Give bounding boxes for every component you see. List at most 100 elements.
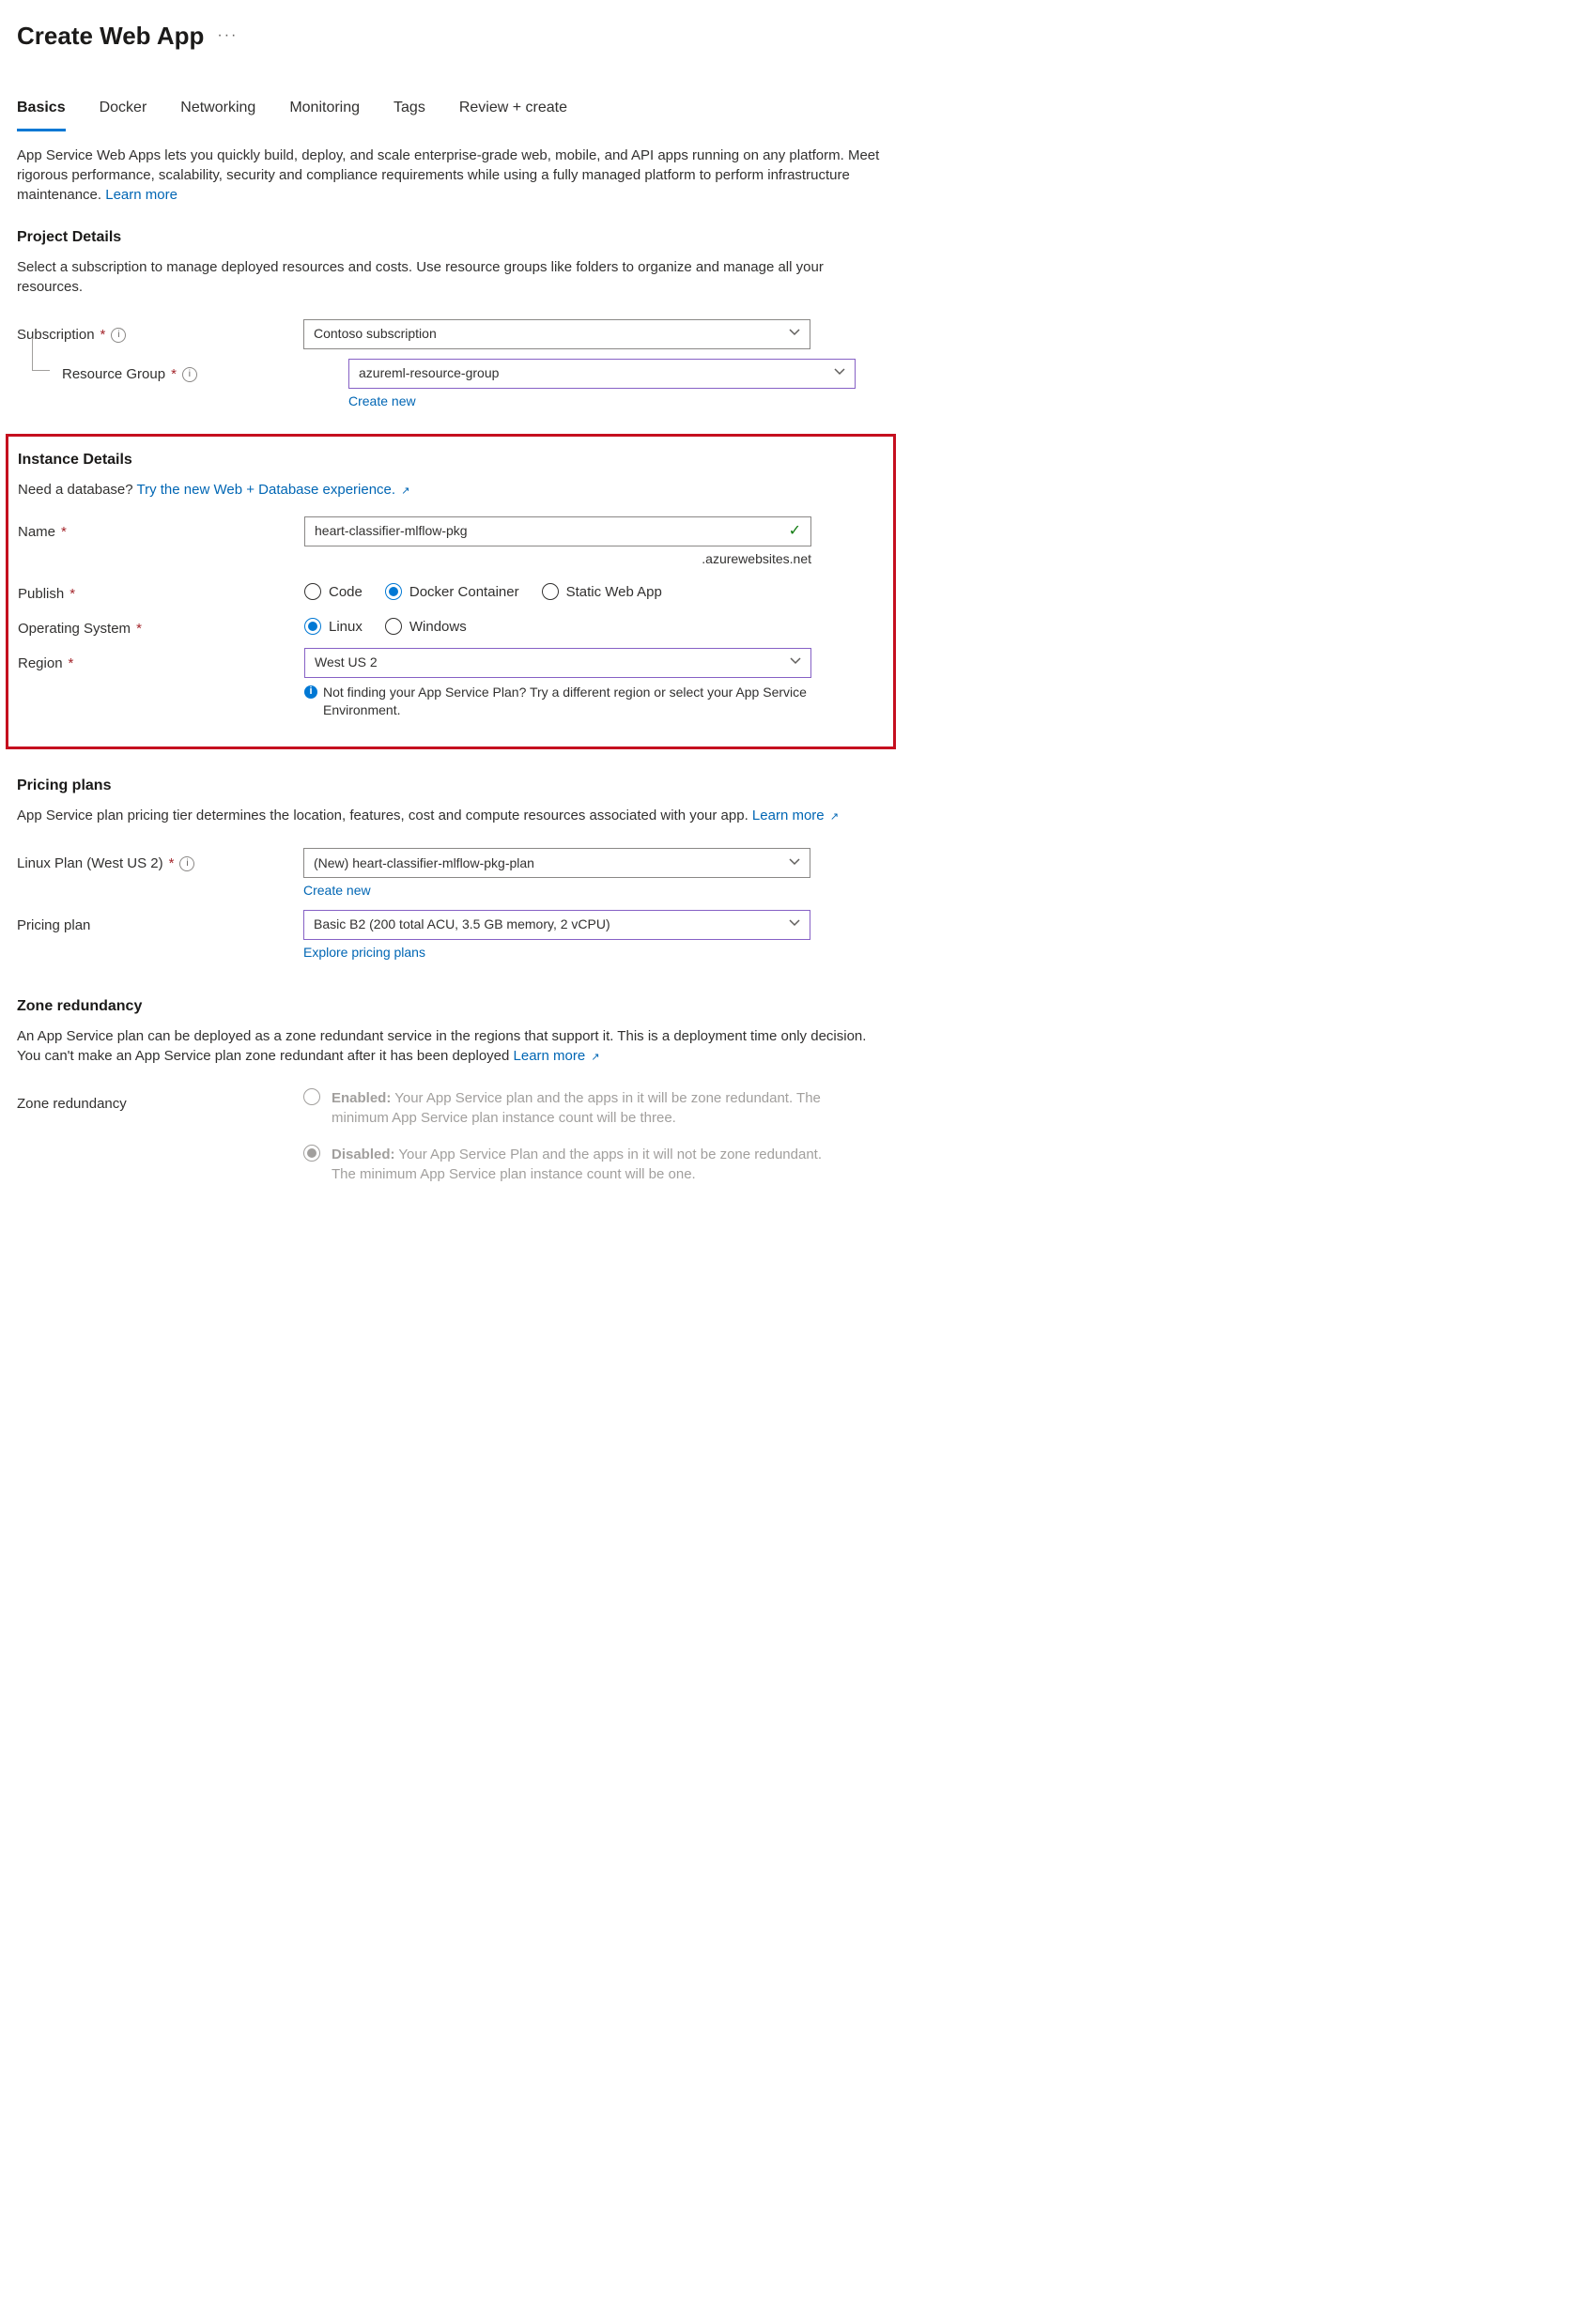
tab-basics[interactable]: Basics: [17, 98, 66, 131]
publish-option-docker-label: Docker Container: [409, 582, 519, 602]
create-new-resource-group-link[interactable]: Create new: [348, 393, 416, 408]
zone-learn-more-link[interactable]: Learn more ↗: [514, 1048, 600, 1064]
name-row: Name * heart-classifier-mlflow-pkg ✓ .az…: [18, 516, 884, 569]
pricing-learn-more-link[interactable]: Learn more ↗: [752, 808, 839, 823]
tab-review-create[interactable]: Review + create: [459, 98, 567, 131]
zone-enabled-radio: [303, 1088, 320, 1105]
pricing-heading: Pricing plans: [17, 776, 885, 796]
resource-group-row: Resource Group * i azureml-resource-grou…: [17, 359, 885, 411]
radio-icon: [303, 1145, 320, 1162]
pricing-plan-label: Pricing plan: [17, 910, 303, 935]
required-marker: *: [169, 854, 175, 873]
radio-icon: [385, 583, 402, 600]
create-new-plan-link[interactable]: Create new: [303, 883, 371, 898]
region-label: Region *: [18, 648, 304, 673]
name-suffix: .azurewebsites.net: [304, 550, 811, 569]
zone-enabled-title: Enabled:: [332, 1090, 391, 1106]
name-label: Name *: [18, 516, 304, 542]
region-select[interactable]: West US 2: [304, 648, 811, 678]
name-label-text: Name: [18, 522, 55, 542]
required-marker: *: [136, 619, 142, 639]
zone-learn-more-text: Learn more: [514, 1048, 586, 1064]
publish-option-static-label: Static Web App: [566, 582, 662, 602]
tab-monitoring[interactable]: Monitoring: [289, 98, 360, 131]
explore-pricing-link[interactable]: Explore pricing plans: [303, 945, 425, 960]
os-label-text: Operating System: [18, 619, 131, 639]
intro-text: App Service Web Apps lets you quickly bu…: [17, 146, 881, 205]
subscription-select[interactable]: Contoso subscription: [303, 319, 810, 349]
region-label-text: Region: [18, 654, 63, 673]
more-actions-icon[interactable]: ···: [217, 25, 238, 46]
tree-connector-icon: [32, 338, 50, 371]
valid-check-icon: ✓: [789, 521, 801, 542]
external-link-icon: ↗: [591, 1052, 599, 1063]
pricing-desc-text: App Service plan pricing tier determines…: [17, 808, 752, 823]
external-link-icon: ↗: [401, 485, 409, 497]
zone-option-disabled: Disabled: Your App Service Plan and the …: [303, 1145, 829, 1184]
radio-icon: [542, 583, 559, 600]
chevron-down-icon: [789, 325, 800, 344]
instance-db-prompt: Need a database? Try the new Web + Datab…: [18, 480, 882, 500]
region-row: Region * West US 2 i Not finding your Ap…: [18, 648, 884, 720]
pricing-plan-select[interactable]: Basic B2 (200 total ACU, 3.5 GB memory, …: [303, 910, 810, 940]
page-header: Create Web App ···: [17, 19, 885, 53]
tab-bar: Basics Docker Networking Monitoring Tags…: [17, 98, 885, 131]
os-row: Operating System * Linux Windows: [18, 613, 884, 639]
resource-group-label-text: Resource Group: [62, 364, 165, 384]
required-marker: *: [61, 522, 67, 542]
project-details-heading: Project Details: [17, 227, 885, 248]
chevron-down-icon: [789, 854, 800, 873]
linux-plan-row: Linux Plan (West US 2) * i (New) heart-c…: [17, 848, 885, 900]
resource-group-label: Resource Group * i: [17, 359, 348, 384]
zone-disabled-title: Disabled:: [332, 1147, 395, 1162]
tab-docker[interactable]: Docker: [100, 98, 147, 131]
publish-radio-group: Code Docker Container Static Web App: [304, 578, 884, 602]
publish-label: Publish *: [18, 578, 304, 604]
resource-group-select[interactable]: azureml-resource-group: [348, 359, 856, 389]
pricing-desc: App Service plan pricing tier determines…: [17, 806, 881, 825]
chevron-down-icon: [789, 916, 800, 934]
intro-learn-more-link[interactable]: Learn more: [105, 187, 177, 203]
radio-icon: [304, 583, 321, 600]
linux-plan-label: Linux Plan (West US 2) * i: [17, 848, 303, 873]
web-database-link-text: Try the new Web + Database experience.: [137, 482, 396, 498]
os-option-linux[interactable]: Linux: [304, 617, 363, 637]
zone-disabled-radio: [303, 1145, 320, 1162]
os-option-windows[interactable]: Windows: [385, 617, 467, 637]
pricing-plan-row: Pricing plan Basic B2 (200 total ACU, 3.…: [17, 910, 885, 962]
tab-networking[interactable]: Networking: [180, 98, 255, 131]
required-marker: *: [69, 584, 75, 604]
radio-icon: [303, 1088, 320, 1105]
zone-desc-text: An App Service plan can be deployed as a…: [17, 1028, 866, 1064]
os-radio-group: Linux Windows: [304, 613, 884, 637]
publish-option-code[interactable]: Code: [304, 582, 363, 602]
info-icon[interactable]: i: [182, 367, 197, 382]
tab-tags[interactable]: Tags: [394, 98, 425, 131]
linux-plan-select[interactable]: (New) heart-classifier-mlflow-pkg-plan: [303, 848, 810, 878]
info-icon[interactable]: i: [111, 328, 126, 343]
publish-option-static[interactable]: Static Web App: [542, 582, 662, 602]
name-value: heart-classifier-mlflow-pkg: [315, 522, 468, 541]
info-icon[interactable]: i: [179, 856, 194, 871]
os-label: Operating System *: [18, 613, 304, 639]
name-input[interactable]: heart-classifier-mlflow-pkg ✓: [304, 516, 811, 546]
resource-group-value: azureml-resource-group: [359, 364, 499, 383]
publish-label-text: Publish: [18, 584, 64, 604]
instance-db-prompt-text: Need a database?: [18, 482, 137, 498]
os-option-linux-label: Linux: [329, 617, 363, 637]
required-marker: *: [171, 364, 177, 384]
region-hint-text: Not finding your App Service Plan? Try a…: [323, 684, 811, 720]
project-details-desc: Select a subscription to manage deployed…: [17, 257, 881, 297]
subscription-value: Contoso subscription: [314, 325, 437, 344]
page-title: Create Web App: [17, 19, 204, 53]
publish-row: Publish * Code Docker Container Static: [18, 578, 884, 604]
pricing-plan-value: Basic B2 (200 total ACU, 3.5 GB memory, …: [314, 916, 610, 934]
radio-icon: [304, 618, 321, 635]
zone-redundancy-label-text: Zone redundancy: [17, 1094, 127, 1114]
os-option-windows-label: Windows: [409, 617, 467, 637]
publish-option-code-label: Code: [329, 582, 363, 602]
zone-disabled-desc: Your App Service Plan and the apps in it…: [332, 1147, 822, 1182]
publish-option-docker[interactable]: Docker Container: [385, 582, 519, 602]
web-database-link[interactable]: Try the new Web + Database experience. ↗: [137, 482, 410, 498]
zone-option-enabled: Enabled: Your App Service plan and the a…: [303, 1088, 829, 1128]
